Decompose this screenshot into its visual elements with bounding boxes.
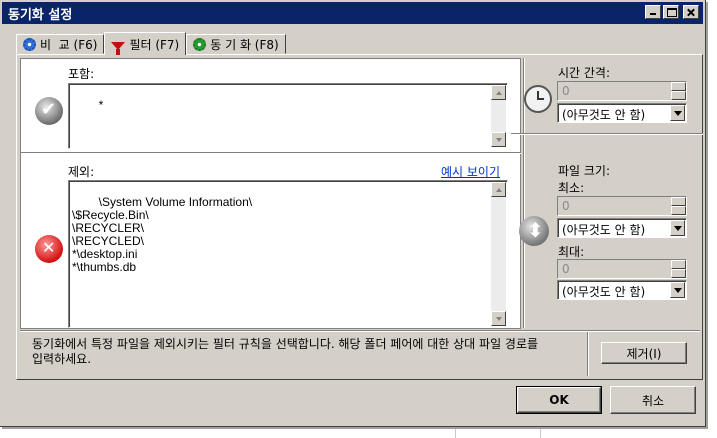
exclude-x-icon — [35, 235, 63, 263]
exclude-textarea[interactable]: \System Volume Information\ \$Recycle.Bi… — [68, 180, 508, 328]
title-bar-buttons — [645, 5, 699, 19]
alarm-clock-icon — [524, 85, 552, 113]
exclude-text: \System Volume Information\ \$Recycle.Bi… — [72, 195, 253, 274]
include-text: * — [98, 98, 104, 112]
tab-filter-label: 필터 (F7) — [129, 38, 180, 52]
file-size-label: 파일 크기: — [558, 164, 611, 178]
spin-down-button[interactable] — [671, 91, 686, 100]
show-examples-link[interactable]: 예시 보이기 — [441, 163, 500, 180]
tab-sync-label: 동 기 화 (F8) — [210, 37, 279, 52]
exclude-label: 제외: — [68, 165, 95, 179]
min-size-unit-value: (아무것도 안 함) — [562, 223, 646, 237]
time-span-spinner[interactable]: 0 — [557, 81, 687, 101]
min-size-spinner[interactable]: 0 — [557, 196, 687, 216]
max-size-unit-select[interactable]: (아무것도 안 함) — [557, 280, 687, 300]
max-size-label: 최대: — [558, 245, 585, 259]
filter-description: 동기화에서 특정 파일을 제외시키는 필터 규칙을 선택합니다. 해당 폴더 페… — [32, 337, 539, 366]
cancel-button[interactable]: 취소 — [610, 386, 696, 414]
include-textarea[interactable]: * — [68, 83, 508, 149]
tab-sync[interactable]: 동 기 화 (F8) — [186, 34, 286, 54]
scroll-up-button[interactable] — [491, 85, 506, 100]
funnel-icon — [111, 41, 126, 55]
time-span-value: 0 — [562, 84, 570, 98]
scroll-down-button[interactable] — [491, 311, 506, 326]
min-size-value: 0 — [562, 199, 570, 213]
include-scrollbar[interactable] — [491, 85, 506, 147]
filter-tab-panel: 포함: * 제외: 예시 보이기 \System Volume Informat… — [16, 54, 703, 380]
min-size-label: 최소: — [558, 181, 585, 195]
minimize-button[interactable] — [645, 5, 661, 19]
window-title: 동기화 설정 — [8, 7, 73, 23]
max-size-spinner[interactable]: 0 — [557, 259, 687, 279]
spin-up-button[interactable] — [671, 260, 686, 269]
scroll-down-button[interactable] — [491, 132, 506, 147]
scroll-up-button[interactable] — [491, 182, 506, 197]
chevron-down-icon[interactable] — [670, 105, 685, 121]
min-size-unit-select[interactable]: (아무것도 안 함) — [557, 218, 687, 238]
spin-up-button[interactable] — [671, 197, 686, 206]
exclude-scrollbar[interactable] — [491, 182, 506, 326]
tab-compare-label: 비 교 (F6) — [40, 37, 98, 52]
max-size-value: 0 — [562, 262, 570, 276]
clear-button[interactable]: 제거(I) — [601, 342, 687, 364]
file-size-icon — [519, 216, 549, 246]
spin-down-button[interactable] — [671, 269, 686, 278]
max-size-unit-value: (아무것도 안 함) — [562, 285, 646, 299]
title-bar: 동기화 설정 — [2, 2, 703, 24]
chevron-down-icon[interactable] — [670, 220, 685, 236]
tab-filter[interactable]: 필터 (F7) — [104, 32, 187, 55]
include-label: 포함: — [68, 67, 95, 81]
spin-down-button[interactable] — [671, 206, 686, 215]
checkmark-icon — [35, 97, 63, 125]
time-span-unit-value: (아무것도 안 함) — [562, 108, 646, 122]
vertical-divider — [587, 332, 589, 376]
spin-up-button[interactable] — [671, 82, 686, 91]
bottom-divider — [20, 330, 700, 332]
section-divider — [21, 152, 521, 154]
close-button[interactable] — [683, 5, 699, 19]
gear-icon — [193, 37, 207, 51]
sync-settings-dialog: 동기화 설정 비 교 (F6) 필터 (F7) 동 기 화 (F8) 포함: * — [0, 0, 706, 427]
time-span-label: 시간 간격: — [558, 66, 611, 80]
maximize-button[interactable] — [663, 5, 679, 19]
chevron-down-icon[interactable] — [670, 282, 685, 298]
time-span-unit-select[interactable]: (아무것도 안 함) — [557, 103, 687, 123]
gear-icon — [23, 37, 36, 51]
right-section-divider — [511, 133, 703, 135]
tab-compare[interactable]: 비 교 (F6) — [16, 34, 105, 54]
filter-rules-area: 포함: * 제외: 예시 보이기 \System Volume Informat… — [20, 58, 521, 329]
tab-bar: 비 교 (F6) 필터 (F7) 동 기 화 (F8) — [16, 32, 286, 55]
ok-button[interactable]: OK — [516, 386, 602, 414]
